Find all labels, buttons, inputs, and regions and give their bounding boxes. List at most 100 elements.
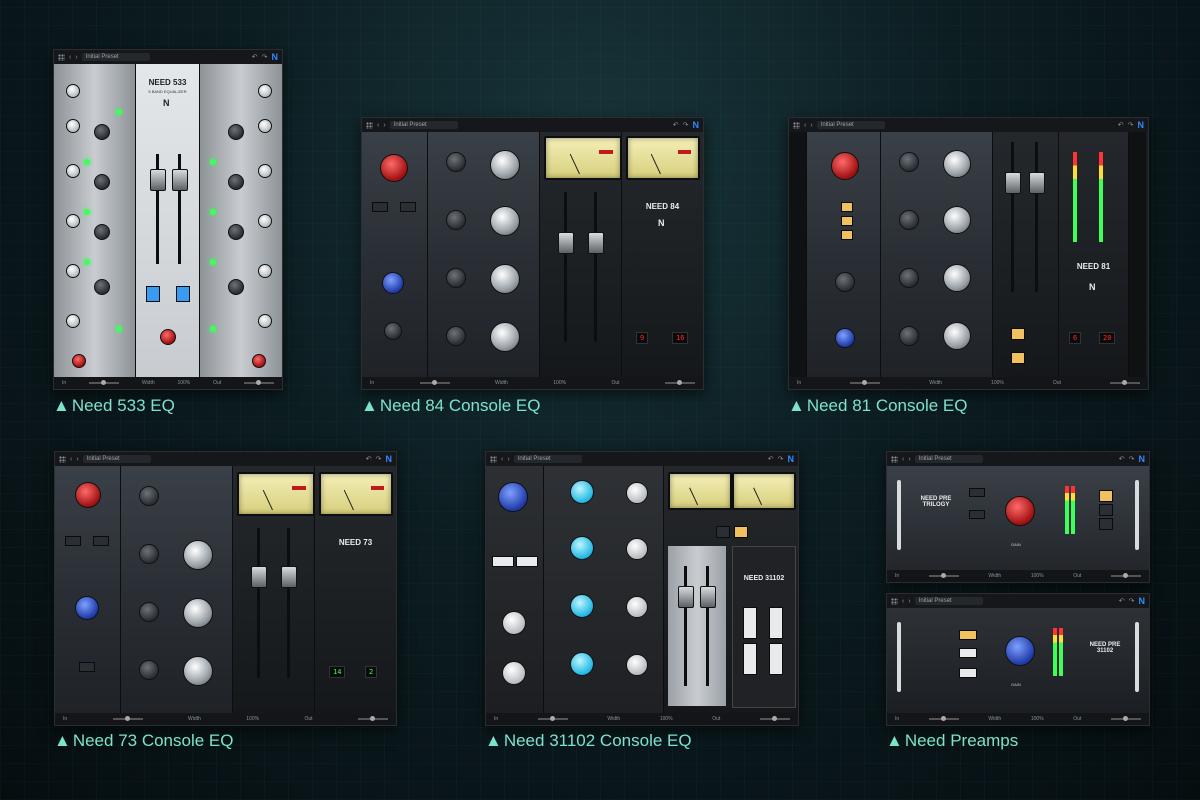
knob[interactable] <box>502 661 526 685</box>
fader-left[interactable] <box>1005 172 1021 194</box>
preset-selector[interactable]: Initial Preset <box>389 121 458 129</box>
button[interactable] <box>769 607 783 639</box>
redo-icon[interactable]: ↷ <box>262 53 268 61</box>
input-slider[interactable] <box>112 716 143 721</box>
filter-knob[interactable] <box>75 596 99 620</box>
width-value[interactable]: 100% <box>991 380 1004 386</box>
knob[interactable] <box>943 322 971 350</box>
button[interactable] <box>743 643 757 675</box>
knob[interactable] <box>258 164 272 178</box>
gain-knob[interactable] <box>1005 496 1035 526</box>
back-arrow-icon[interactable]: ‹ <box>902 456 904 463</box>
knob[interactable] <box>139 486 159 506</box>
redo-icon[interactable]: ↷ <box>778 455 784 463</box>
knob[interactable] <box>258 214 272 228</box>
button[interactable] <box>1011 352 1025 364</box>
toggle[interactable] <box>79 662 95 672</box>
toggle[interactable] <box>65 536 81 546</box>
knob[interactable] <box>626 596 648 618</box>
fader-right[interactable] <box>281 566 297 588</box>
fader-right[interactable] <box>172 169 188 191</box>
redo-icon[interactable]: ↷ <box>376 455 382 463</box>
width-value[interactable]: 100% <box>177 380 190 386</box>
knob[interactable] <box>66 164 80 178</box>
knob[interactable] <box>384 322 402 340</box>
width-value[interactable]: 100% <box>660 716 673 722</box>
knob[interactable] <box>66 314 80 328</box>
knob[interactable] <box>258 84 272 98</box>
knob[interactable] <box>570 594 594 618</box>
knob[interactable] <box>899 210 919 230</box>
width-value[interactable]: 100% <box>553 380 566 386</box>
knob[interactable] <box>258 119 272 133</box>
fader-right[interactable] <box>588 232 604 254</box>
redo-icon[interactable]: ↷ <box>1129 455 1135 463</box>
button[interactable] <box>734 526 748 538</box>
grid-icon[interactable] <box>891 455 898 463</box>
button[interactable] <box>146 286 160 302</box>
grid-icon[interactable] <box>891 597 898 605</box>
button[interactable] <box>176 286 190 302</box>
button[interactable] <box>743 607 757 639</box>
back-arrow-icon[interactable]: ‹ <box>804 122 806 129</box>
knob[interactable] <box>94 124 110 140</box>
output-slider[interactable] <box>759 716 790 721</box>
knob[interactable] <box>626 538 648 560</box>
knob[interactable] <box>899 268 919 288</box>
back-arrow-icon[interactable]: ‹ <box>377 122 379 129</box>
filter-knob[interactable] <box>382 272 404 294</box>
forward-arrow-icon[interactable]: › <box>908 598 910 605</box>
toggle[interactable] <box>969 510 985 519</box>
gain-knob[interactable] <box>831 152 859 180</box>
fader-left[interactable] <box>558 232 574 254</box>
button[interactable] <box>959 668 977 678</box>
toggle[interactable] <box>93 536 109 546</box>
knob[interactable] <box>835 272 855 292</box>
output-slider[interactable] <box>243 380 274 385</box>
knob[interactable] <box>72 354 86 368</box>
input-slider[interactable] <box>419 380 450 385</box>
knob[interactable] <box>183 540 213 570</box>
grid-icon[interactable] <box>58 53 65 61</box>
back-arrow-icon[interactable]: ‹ <box>501 456 503 463</box>
knob[interactable] <box>94 174 110 190</box>
forward-arrow-icon[interactable]: › <box>383 122 385 129</box>
knob[interactable] <box>626 482 648 504</box>
knob[interactable] <box>66 214 80 228</box>
fader-left[interactable] <box>678 586 694 608</box>
undo-icon[interactable]: ↶ <box>1119 455 1125 463</box>
button[interactable] <box>959 630 977 640</box>
button[interactable] <box>716 526 730 538</box>
knob[interactable] <box>183 656 213 686</box>
back-arrow-icon[interactable]: ‹ <box>70 456 72 463</box>
knob[interactable] <box>66 264 80 278</box>
redo-icon[interactable]: ↷ <box>683 121 689 129</box>
output-slider[interactable] <box>1109 380 1140 385</box>
knob[interactable] <box>943 264 971 292</box>
knob[interactable] <box>570 536 594 560</box>
knob[interactable] <box>446 152 466 172</box>
undo-icon[interactable]: ↶ <box>252 53 258 61</box>
knob[interactable] <box>94 279 110 295</box>
button[interactable] <box>492 556 514 567</box>
knob[interactable] <box>899 152 919 172</box>
gain-knob[interactable] <box>498 482 528 512</box>
button[interactable] <box>1099 504 1113 516</box>
back-arrow-icon[interactable]: ‹ <box>902 598 904 605</box>
grid-icon[interactable] <box>366 121 373 129</box>
knob[interactable] <box>490 322 520 352</box>
fader-left[interactable] <box>251 566 267 588</box>
undo-icon[interactable]: ↶ <box>366 455 372 463</box>
button[interactable] <box>769 643 783 675</box>
output-slider[interactable] <box>1110 573 1141 578</box>
grid-icon[interactable] <box>490 455 497 463</box>
knob[interactable] <box>183 598 213 628</box>
toggle[interactable] <box>969 488 985 497</box>
knob[interactable] <box>446 210 466 230</box>
knob[interactable] <box>835 328 855 348</box>
knob[interactable] <box>258 314 272 328</box>
forward-arrow-icon[interactable]: › <box>75 54 77 61</box>
knob[interactable] <box>446 268 466 288</box>
output-slider[interactable] <box>1110 716 1141 721</box>
fader-right[interactable] <box>700 586 716 608</box>
